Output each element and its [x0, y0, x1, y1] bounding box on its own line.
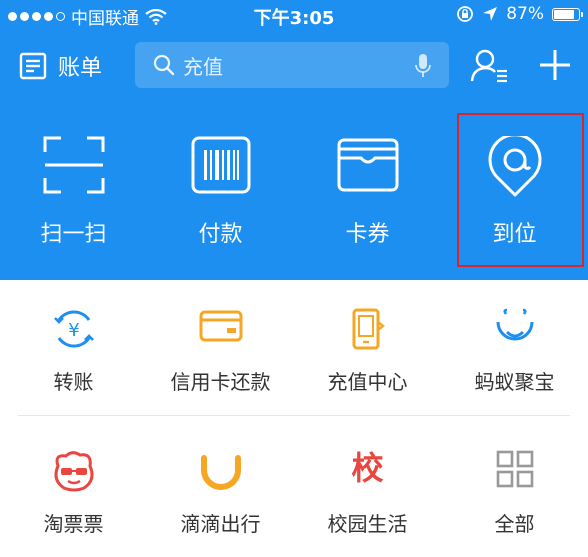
grid-item-label: 校园生活	[327, 512, 408, 536]
search-icon	[153, 54, 175, 76]
svg-text:¥: ¥	[68, 320, 79, 341]
grid-item-transfer[interactable]: ¥ 转账	[0, 280, 147, 400]
grid-item-label: 转账	[53, 370, 94, 394]
status-bar: 中国联通 下午3:05 87%	[0, 0, 588, 30]
grid-item-label: 充值中心	[327, 370, 408, 394]
grid-item-label: 信用卡还款	[170, 370, 271, 394]
card-wallet-icon	[294, 136, 441, 194]
grid-divider	[18, 415, 570, 416]
didi-icon	[147, 450, 294, 492]
bill-button[interactable]: 账单	[18, 50, 102, 82]
card-wallet-button[interactable]: 卡券	[294, 108, 441, 268]
search-placeholder: 充值	[183, 54, 223, 79]
grid-item-all[interactable]: 全部	[441, 422, 588, 542]
contacts-icon	[470, 49, 507, 83]
top-nav: 账单 充值	[0, 42, 588, 90]
pay-button[interactable]: 付款	[147, 108, 294, 268]
phone-recharge-icon	[294, 308, 441, 352]
action-label: 卡券	[345, 222, 390, 247]
credit-card-icon	[147, 308, 294, 344]
add-button[interactable]	[538, 48, 572, 86]
microphone-icon[interactable]	[415, 53, 431, 83]
bill-icon	[19, 52, 47, 80]
plus-icon	[540, 50, 570, 80]
grid-item-ant-fortune[interactable]: 蚂蚁聚宝	[441, 280, 588, 400]
bill-label: 账单	[58, 56, 103, 81]
campus-icon: 校	[351, 449, 384, 487]
barcode-icon	[147, 136, 294, 194]
grid-item-didi[interactable]: 滴滴出行	[147, 422, 294, 542]
all-apps-icon	[441, 450, 588, 488]
transfer-icon: ¥	[0, 308, 147, 350]
orientation-lock-icon	[457, 6, 474, 22]
grid-item-label: 滴滴出行	[180, 512, 261, 536]
action-label: 扫一扫	[40, 222, 107, 247]
scan-button[interactable]: 扫一扫	[0, 108, 147, 268]
grid-item-recharge[interactable]: 充值中心	[294, 280, 441, 400]
grid-item-label: 淘票票	[43, 512, 104, 536]
grid-item-campus[interactable]: 校 校园生活	[294, 422, 441, 542]
ant-fortune-icon	[441, 308, 588, 350]
location-arrow-icon	[483, 7, 498, 21]
battery-icon	[552, 7, 583, 21]
grid-item-label: 全部	[494, 512, 535, 536]
action-label: 付款	[198, 222, 243, 247]
highlight-box	[457, 113, 584, 267]
grid-item-label: 蚂蚁聚宝	[474, 370, 555, 394]
grid-item-taopiaopiao[interactable]: 淘票票	[0, 422, 147, 542]
scan-icon	[0, 136, 147, 194]
contacts-button[interactable]	[470, 48, 510, 88]
taopiaopiao-icon	[0, 450, 147, 492]
battery-percent: 87%	[506, 4, 544, 24]
search-input[interactable]: 充值	[135, 42, 449, 88]
app-grid: ¥ 转账 信用卡还款 充值中心 蚂蚁聚宝 淘票票 滴滴出行 校 校园生活 全部	[0, 280, 588, 557]
grid-item-credit-card[interactable]: 信用卡还款	[147, 280, 294, 400]
